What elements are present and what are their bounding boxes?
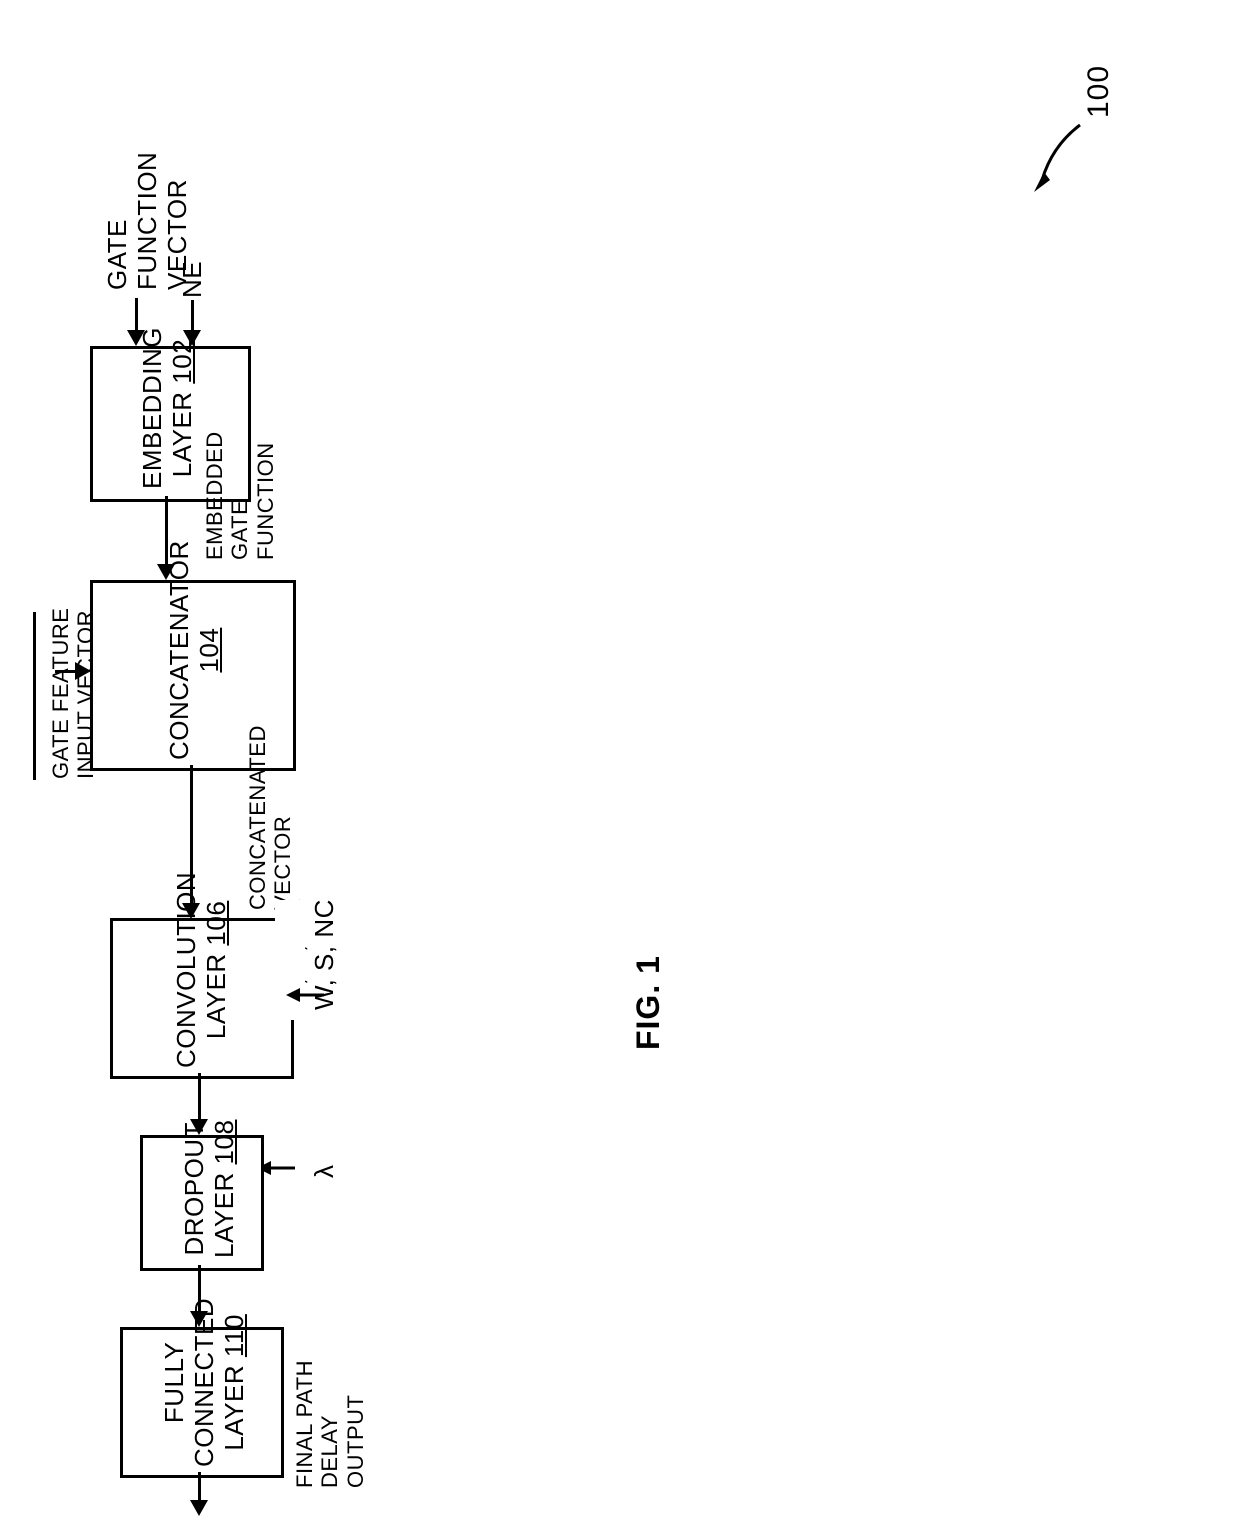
label-gate-feature-input-vector: GATE FEATURE INPUT VECTOR <box>48 608 99 779</box>
label-lambda: λ <box>310 1165 340 1179</box>
label-ne: NE <box>178 261 208 298</box>
ref-swoosh <box>1030 120 1090 200</box>
arrow-head <box>190 1500 208 1516</box>
arrow-into-conv <box>286 985 326 1005</box>
arrow-head <box>75 662 91 680</box>
arrow <box>198 1073 201 1121</box>
arrow-output <box>198 1472 201 1502</box>
label-concatenated-vector: CONCATENATED VECTOR <box>245 725 296 910</box>
block-fc-text: FULLY CONNECTED LAYER 110 <box>160 1298 250 1467</box>
arrow <box>55 670 77 673</box>
cover <box>250 930 272 996</box>
block-dropout-text: DROPOUT LAYER 108 <box>180 1120 240 1258</box>
diagram-canvas: 100 GATE FUNCTION VECTOR NE EMBEDDING LA… <box>0 0 1240 1522</box>
block-concatenator-text: CONCATENATOR 104 <box>165 540 225 760</box>
block-convolution-text: CONVOLUTION LAYER 106 <box>172 872 232 1068</box>
block-embedding-text: EMBEDDING LAYER 102 <box>138 327 198 489</box>
figure-label: FIG. 1 <box>630 955 667 1050</box>
underline-mark <box>33 612 36 780</box>
label-final-output: FINAL PATH DELAY OUTPUT <box>292 1360 368 1488</box>
ref-number: 100 <box>1082 65 1116 118</box>
